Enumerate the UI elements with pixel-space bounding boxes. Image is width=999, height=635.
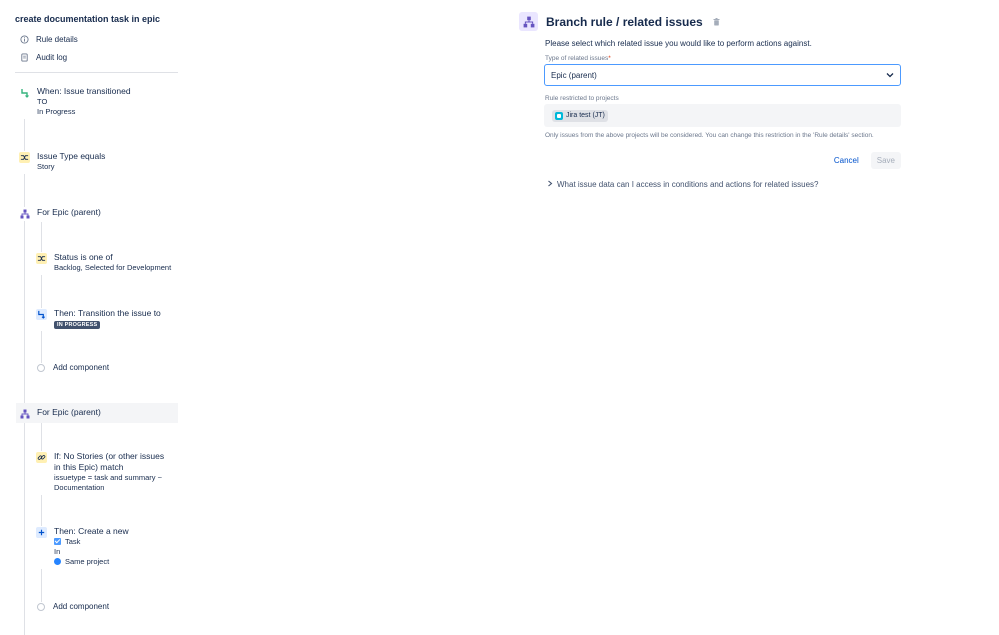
add-component-label: Add component — [53, 602, 110, 611]
if-condition-jql-2: Documentation — [54, 483, 105, 492]
document-icon — [19, 52, 29, 62]
if-condition-jql-1: issuetype = task and summary ~ — [54, 473, 162, 482]
task-type-icon — [54, 538, 61, 545]
flow-line — [24, 100, 25, 635]
shuffle-icon — [19, 152, 30, 163]
create-issue-action[interactable]: Then: Create a new Task In Same project — [36, 526, 129, 569]
rule-details-link[interactable]: Rule details — [19, 34, 78, 44]
if-condition[interactable]: If: No Stories (or other issues in this … — [36, 451, 165, 495]
info-icon — [19, 34, 29, 44]
shuffle-icon — [36, 253, 47, 264]
rule-sidebar: create documentation task in epic Rule d… — [0, 0, 190, 635]
trigger-to: TO — [37, 97, 48, 106]
transition-icon — [36, 309, 47, 320]
audit-log-link[interactable]: Audit log — [19, 52, 67, 62]
condition-value: Story — [37, 162, 55, 171]
audit-log-label: Audit log — [36, 52, 68, 62]
condition-title: Issue Type equals — [37, 151, 106, 161]
trigger-status: In Progress — [37, 107, 76, 116]
trigger-title: When: Issue transitioned — [37, 86, 131, 96]
branch-icon — [19, 408, 30, 419]
transition-icon — [19, 87, 30, 98]
branch-flow-line — [41, 222, 42, 367]
plus-icon — [36, 527, 47, 538]
trash-icon[interactable] — [713, 17, 721, 26]
required-asterisk: * — [608, 55, 611, 62]
status-condition-title: Status is one of — [54, 252, 113, 262]
create-action-title: Then: Create a new — [54, 526, 129, 536]
branch-title: For Epic (parent) — [37, 407, 101, 417]
transition-action-title: Then: Transition the issue to — [54, 308, 161, 318]
branch-flow-line — [41, 422, 42, 606]
status-lozenge: IN PROGRESS — [54, 321, 101, 329]
branch-icon — [19, 208, 30, 219]
rule-details-label: Rule details — [36, 34, 78, 44]
project-avatar-icon — [555, 111, 563, 120]
add-dot-icon — [37, 603, 45, 611]
project-value: Same project — [65, 557, 110, 566]
rule-title: create documentation task in epic — [15, 14, 161, 24]
sidebar-divider — [15, 72, 178, 73]
add-component-button[interactable]: Add component — [37, 602, 110, 612]
related-type-label: Type of related issues* — [545, 55, 611, 62]
link-icon — [36, 452, 47, 463]
in-label: In — [54, 547, 61, 556]
globe-icon — [54, 558, 61, 565]
editor-title: Branch rule / related issues — [546, 14, 703, 29]
projects-box: Jira test (JT) — [544, 104, 901, 127]
editor-description: Please select which related issue you wo… — [545, 39, 812, 48]
status-condition-values: Backlog, Selected for Development — [54, 263, 172, 272]
project-chip-label: Jira test (JT) — [566, 112, 605, 119]
related-issues-select[interactable]: Epic (parent) — [544, 64, 901, 86]
add-component-label: Add component — [53, 363, 110, 372]
trigger-component[interactable]: When: Issue transitioned TO In Progress — [19, 86, 131, 119]
related-issues-value: Epic (parent) — [551, 70, 597, 80]
add-dot-icon — [37, 364, 45, 372]
branch-epic-parent[interactable]: For Epic (parent) — [19, 207, 101, 221]
transition-action[interactable]: Then: Transition the issue to IN PROGRES… — [36, 308, 161, 331]
projects-note: Only issues from the above projects will… — [545, 132, 874, 139]
branch-epic-parent-selected[interactable]: For Epic (parent) — [16, 403, 178, 423]
chevron-right-icon — [547, 180, 553, 189]
save-button[interactable]: Save — [870, 152, 901, 169]
expander-label: What issue data can I access in conditio… — [557, 180, 819, 189]
project-chip: Jira test (JT) — [552, 109, 608, 122]
projects-label: Rule restricted to projects — [545, 95, 619, 102]
cancel-button[interactable]: Cancel — [828, 152, 865, 169]
add-component-button[interactable]: Add component — [37, 363, 110, 373]
branch-title: For Epic (parent) — [37, 207, 101, 217]
status-condition[interactable]: Status is one of Backlog, Selected for D… — [36, 252, 172, 275]
issue-type-value: Task — [65, 537, 81, 546]
if-condition-title-2: in this Epic) match — [54, 462, 124, 472]
component-editor: Branch rule / related issues Please sele… — [519, 12, 903, 189]
branch-icon — [519, 12, 538, 31]
if-condition-title-1: If: No Stories (or other issues — [54, 451, 165, 461]
issue-type-condition[interactable]: Issue Type equals Story — [19, 151, 106, 174]
related-issues-help-expander[interactable]: What issue data can I access in conditio… — [547, 180, 903, 189]
chevron-down-icon — [886, 71, 894, 80]
